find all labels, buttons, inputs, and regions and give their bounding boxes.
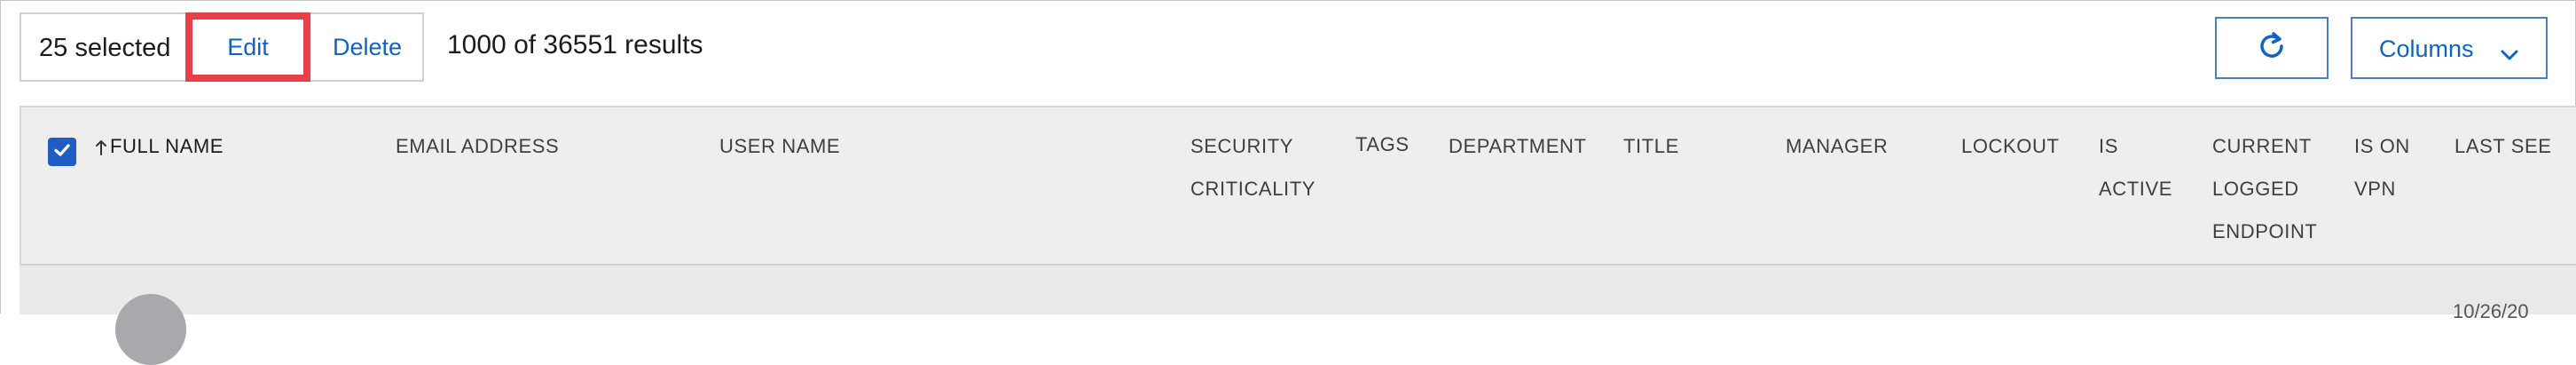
column-header-email-address[interactable]: EMAIL ADDRESS <box>396 125 559 168</box>
column-header-lockout[interactable]: LOCKOUT <box>1961 125 2060 168</box>
column-header-last-seen[interactable]: LAST SEE <box>2454 125 2552 168</box>
selected-count: 25 selected <box>39 34 171 62</box>
columns-label: Columns <box>2379 36 2474 62</box>
column-header-manager[interactable]: MANAGER <box>1786 125 1888 168</box>
column-header-label: SECURITY <box>1190 135 1294 157</box>
select-all-checkbox[interactable] <box>48 138 76 166</box>
column-header-full-name[interactable]: FULL NAME <box>94 125 224 168</box>
checkmark-icon <box>51 139 73 165</box>
last-seen-cell: 10/26/20 <box>2453 300 2529 322</box>
column-header-label: FULL NAME <box>110 135 224 157</box>
table-header: FULL NAME EMAIL ADDRESS USER NAME SECURI… <box>20 106 2576 266</box>
column-header-current-logged-endpoint[interactable]: CURRENT LOGGED ENDPOINT <box>2212 125 2317 253</box>
avatar <box>115 294 186 365</box>
column-header-user-name[interactable]: USER NAME <box>719 125 840 168</box>
column-header-label: ACTIVE <box>2099 178 2173 200</box>
table-body <box>20 266 2576 314</box>
column-header-label: LOGGED <box>2212 178 2299 200</box>
refresh-button[interactable] <box>2215 17 2329 79</box>
column-header-is-active[interactable]: IS ACTIVE <box>2099 125 2172 210</box>
bulk-action-bar: 25 selected Edit Delete <box>20 12 424 82</box>
columns-dropdown[interactable]: Columns <box>2351 17 2548 79</box>
column-header-label: ENDPOINT <box>2212 220 2318 242</box>
column-header-is-on-vpn[interactable]: IS ON VPN <box>2354 125 2410 210</box>
column-header-security-criticality[interactable]: SECURITY CRITICALITY <box>1190 125 1315 210</box>
results-count: 1000 of 36551 results <box>447 30 703 60</box>
sort-ascending-icon <box>94 125 110 168</box>
column-header-label: IS <box>2099 135 2118 157</box>
column-header-label: CURRENT <box>2212 135 2312 157</box>
chevron-down-icon <box>2500 40 2519 67</box>
edit-button[interactable]: Edit <box>185 12 310 82</box>
column-header-label: IS ON <box>2354 135 2410 157</box>
column-header-tags[interactable]: TAGS <box>1355 123 1410 166</box>
column-header-label: VPN <box>2354 178 2397 200</box>
column-header-title[interactable]: TITLE <box>1623 125 1679 168</box>
refresh-icon <box>2254 28 2289 68</box>
column-header-label: CRITICALITY <box>1190 178 1316 200</box>
delete-button[interactable]: Delete <box>310 14 424 80</box>
column-header-department[interactable]: DEPARTMENT <box>1449 125 1587 168</box>
